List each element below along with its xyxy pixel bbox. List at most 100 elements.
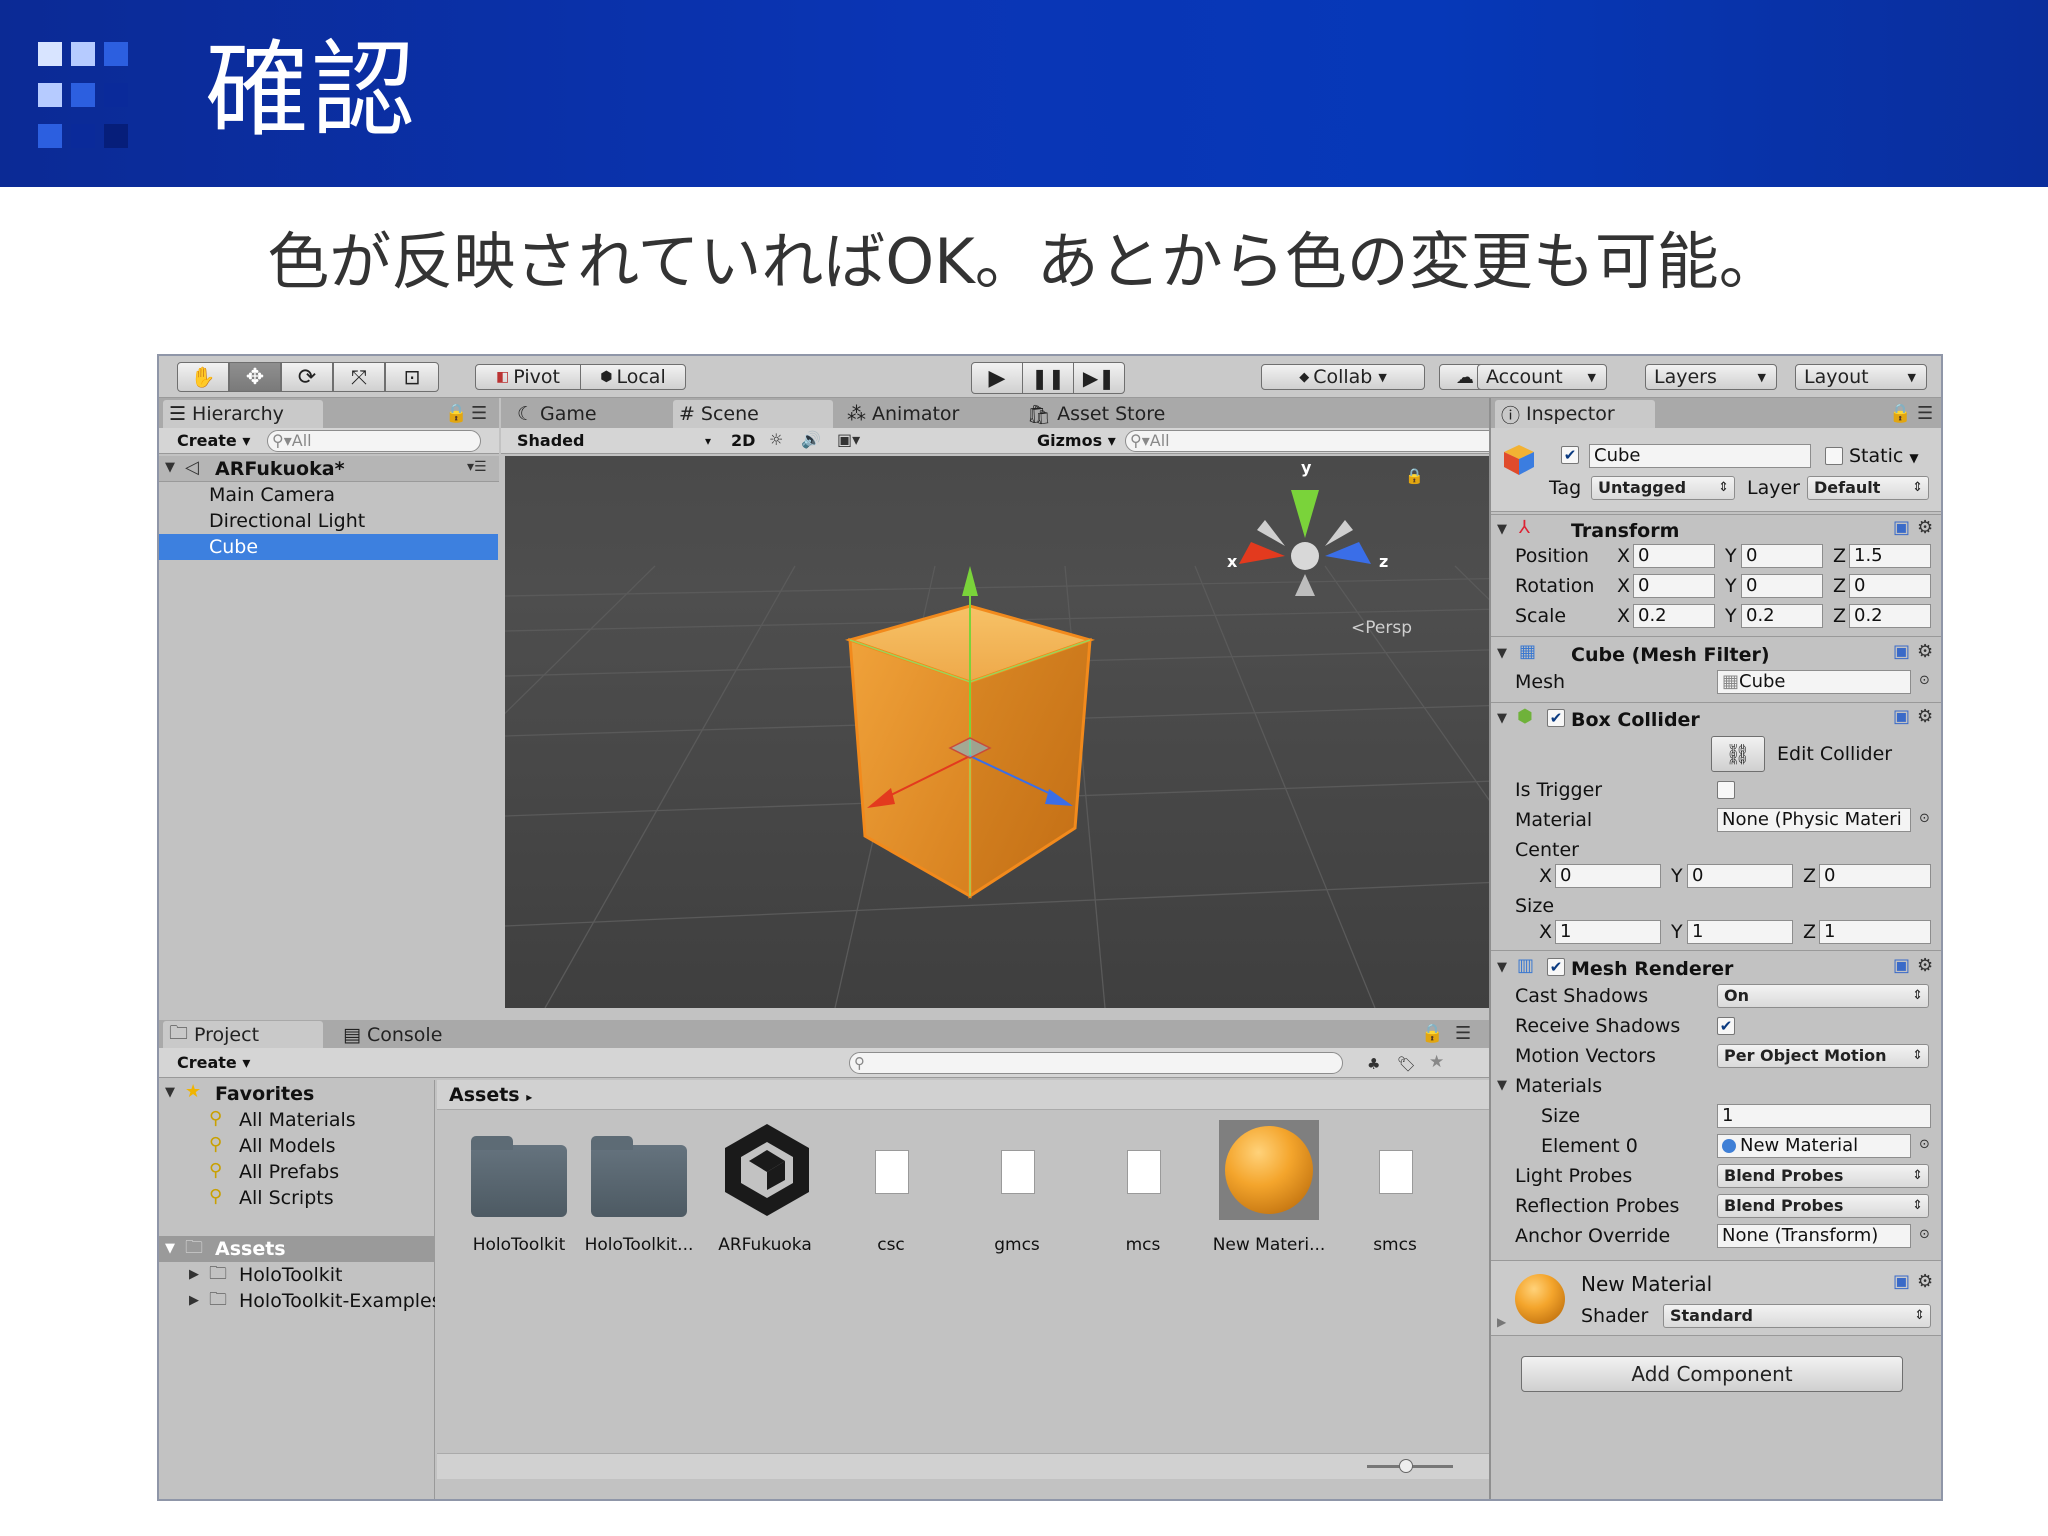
- asset-folder[interactable]: HoloToolkit: [239, 1263, 342, 1287]
- help-book-icon[interactable]: ▣: [1893, 1272, 1910, 1292]
- tab-hierarchy[interactable]: ☰ Hierarchy: [163, 400, 323, 428]
- move-tool-icon[interactable]: ✥: [229, 362, 281, 392]
- pause-button[interactable]: ❚❚: [1022, 362, 1074, 394]
- hierarchy-item[interactable]: Main Camera: [209, 483, 335, 507]
- lock-icon[interactable]: 🔒: [445, 404, 467, 424]
- scene-menu-icon[interactable]: ▾☰: [467, 457, 487, 477]
- filter-by-type-icon[interactable]: ♣: [1367, 1054, 1380, 1074]
- panel-menu-icon[interactable]: ☰: [471, 404, 487, 424]
- rotation-x-input[interactable]: 0: [1633, 574, 1715, 598]
- scene-viewport[interactable]: y x z 🔒 <Persp: [505, 456, 1637, 1008]
- center-z-input[interactable]: 0: [1819, 864, 1931, 888]
- help-book-icon[interactable]: ▣: [1893, 707, 1910, 727]
- expand-arrow-icon[interactable]: ▼: [165, 1239, 175, 1259]
- asset-item-file[interactable]: gmcs: [957, 1120, 1077, 1265]
- local-toggle[interactable]: ⬢ Local: [580, 364, 686, 390]
- favorite-star-icon[interactable]: ★: [1429, 1052, 1444, 1072]
- tag-dropdown[interactable]: Untagged: [1591, 476, 1735, 500]
- panel-menu-icon[interactable]: ☰: [1455, 1024, 1471, 1044]
- materials-size-input[interactable]: 1: [1717, 1104, 1931, 1128]
- asset-item-folder[interactable]: HoloToolkit: [459, 1120, 579, 1265]
- tab-project[interactable]: 🗀 Project: [163, 1021, 323, 1049]
- size-y-input[interactable]: 1: [1687, 920, 1793, 944]
- panel-menu-icon[interactable]: ☰: [1917, 404, 1933, 424]
- static-checkbox[interactable]: [1825, 447, 1843, 465]
- collider-material-field[interactable]: None (Physic Materi: [1717, 808, 1911, 832]
- expand-arrow-icon[interactable]: ▼: [1497, 709, 1507, 729]
- expand-arrow-icon[interactable]: ▼: [1497, 520, 1507, 540]
- persp-label[interactable]: <Persp: [1351, 616, 1412, 640]
- account-dropdown[interactable]: Account ▼: [1477, 364, 1607, 390]
- rotate-tool-icon[interactable]: ⟳: [281, 362, 333, 392]
- tab-animator[interactable]: ⁂ Animator: [841, 400, 1011, 428]
- center-x-input[interactable]: 0: [1555, 864, 1661, 888]
- center-y-input[interactable]: 0: [1687, 864, 1793, 888]
- layers-dropdown[interactable]: Layers ▼: [1645, 364, 1777, 390]
- lock-icon[interactable]: 🔒: [1421, 1024, 1443, 1044]
- element0-field[interactable]: New Material: [1717, 1134, 1911, 1158]
- favorites-header[interactable]: Favorites: [215, 1082, 314, 1106]
- lock-icon[interactable]: 🔒: [1889, 404, 1911, 424]
- help-book-icon[interactable]: ▣: [1893, 956, 1910, 976]
- light-probes-dropdown[interactable]: Blend Probes: [1717, 1164, 1929, 1188]
- step-button[interactable]: ▶❚: [1073, 362, 1125, 394]
- active-checkbox[interactable]: ✔: [1561, 446, 1579, 464]
- object-picker-icon[interactable]: ⊙: [1919, 1225, 1930, 1245]
- layout-dropdown[interactable]: Layout ▼: [1795, 364, 1927, 390]
- hand-tool-icon[interactable]: ✋: [177, 362, 229, 392]
- rotation-y-input[interactable]: 0: [1741, 574, 1823, 598]
- expand-arrow-icon[interactable]: ▼: [1497, 958, 1507, 978]
- hierarchy-search-input[interactable]: ⚲▾All: [267, 430, 481, 452]
- expand-arrow-icon[interactable]: ▼: [165, 1083, 175, 1103]
- receive-shadows-checkbox[interactable]: ✔: [1717, 1017, 1735, 1035]
- help-book-icon[interactable]: ▣: [1893, 642, 1910, 662]
- favorite-item[interactable]: All Prefabs: [239, 1160, 339, 1184]
- assets-breadcrumb[interactable]: Assets ▸: [449, 1083, 532, 1109]
- hierarchy-item[interactable]: Directional Light: [209, 509, 365, 533]
- expand-arrow-icon[interactable]: ▼: [165, 458, 175, 478]
- cast-shadows-dropdown[interactable]: On: [1717, 984, 1929, 1008]
- mode-2d-toggle[interactable]: 2D: [731, 429, 755, 453]
- play-button[interactable]: ▶: [971, 362, 1023, 394]
- object-name-field[interactable]: Cube: [1589, 444, 1811, 468]
- settings-gear-icon[interactable]: ⚙: [1917, 1272, 1933, 1292]
- scale-y-input[interactable]: 0.2: [1741, 604, 1823, 628]
- object-picker-icon[interactable]: ⊙: [1919, 1135, 1930, 1155]
- icon-size-slider-thumb[interactable]: [1399, 1459, 1413, 1473]
- tab-game[interactable]: ☾ Game: [511, 400, 661, 428]
- position-z-input[interactable]: 1.5: [1849, 544, 1931, 568]
- asset-item-folder[interactable]: HoloToolkit...: [579, 1120, 699, 1265]
- materials-label[interactable]: Materials: [1515, 1074, 1602, 1098]
- edit-collider-button[interactable]: ⛓: [1711, 736, 1765, 772]
- shader-dropdown[interactable]: Standard: [1663, 1304, 1931, 1328]
- reflection-probes-dropdown[interactable]: Blend Probes: [1717, 1194, 1929, 1218]
- collapse-arrow-icon[interactable]: ▶: [189, 1265, 199, 1285]
- favorite-item[interactable]: All Materials: [239, 1108, 356, 1132]
- tab-inspector[interactable]: ⓘ Inspector: [1495, 400, 1655, 428]
- collab-dropdown[interactable]: ◆ Collab ▼: [1261, 364, 1425, 390]
- position-y-input[interactable]: 0: [1741, 544, 1823, 568]
- expand-arrow-icon[interactable]: ▼: [1497, 644, 1507, 664]
- object-picker-icon[interactable]: ⊙: [1919, 809, 1930, 829]
- position-x-input[interactable]: 0: [1633, 544, 1715, 568]
- favorite-item[interactable]: All Models: [239, 1134, 336, 1158]
- mesh-renderer-enabled-checkbox[interactable]: ✔: [1547, 958, 1565, 976]
- anchor-override-field[interactable]: None (Transform): [1717, 1224, 1911, 1248]
- help-book-icon[interactable]: ▣: [1893, 518, 1910, 538]
- object-picker-icon[interactable]: ⊙: [1919, 671, 1930, 691]
- scale-x-input[interactable]: 0.2: [1633, 604, 1715, 628]
- is-trigger-checkbox[interactable]: [1717, 781, 1735, 799]
- rotation-z-input[interactable]: 0: [1849, 574, 1931, 598]
- asset-item-file[interactable]: csc: [831, 1120, 951, 1265]
- scale-z-input[interactable]: 0.2: [1849, 604, 1931, 628]
- asset-item-file[interactable]: mcs: [1083, 1120, 1203, 1265]
- size-x-input[interactable]: 1: [1555, 920, 1661, 944]
- size-z-input[interactable]: 1: [1819, 920, 1931, 944]
- box-collider-enabled-checkbox[interactable]: ✔: [1547, 709, 1565, 727]
- mesh-field[interactable]: ▦Cube: [1717, 670, 1911, 694]
- viewport-lock-icon[interactable]: 🔒: [1405, 466, 1424, 486]
- settings-gear-icon[interactable]: ⚙: [1917, 642, 1933, 662]
- scale-tool-icon[interactable]: ⤧: [333, 362, 385, 392]
- project-create-button[interactable]: Create ▾: [177, 1051, 250, 1075]
- expand-arrow-icon[interactable]: ▶: [1497, 1312, 1506, 1332]
